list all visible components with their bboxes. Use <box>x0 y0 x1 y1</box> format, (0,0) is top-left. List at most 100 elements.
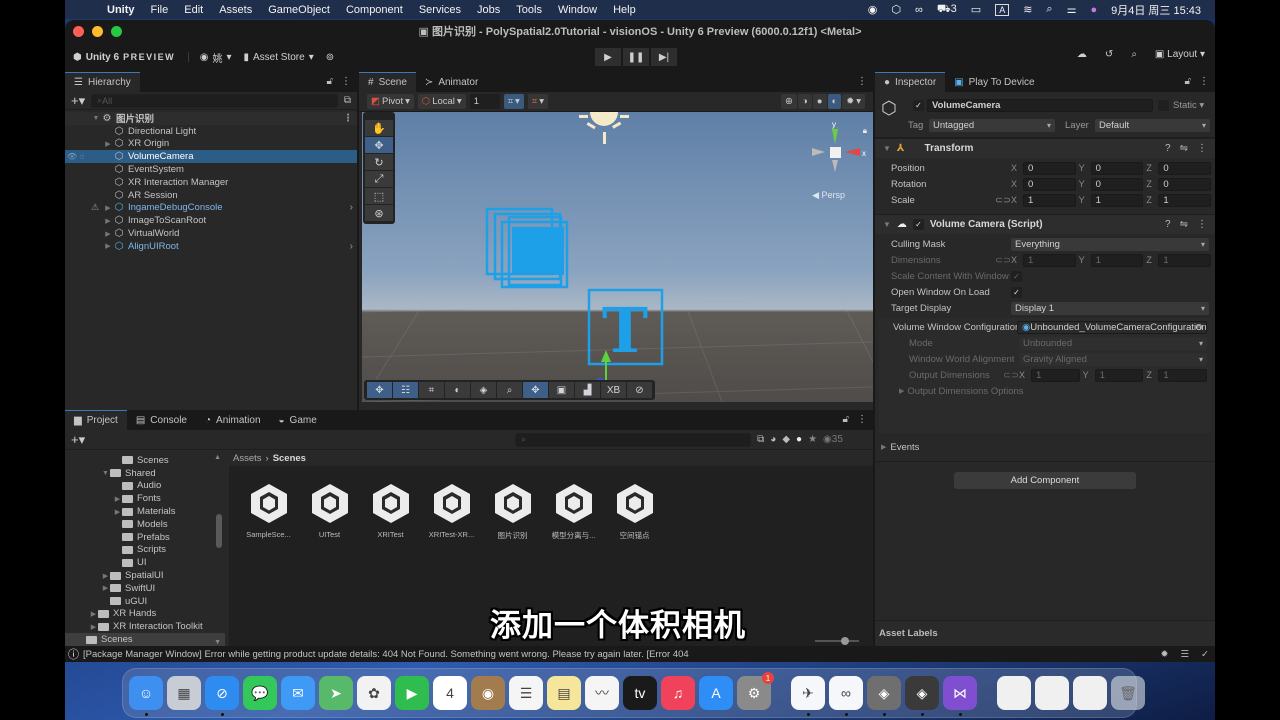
expand-arrow-icon[interactable]: ▶ <box>103 242 113 250</box>
dock-app-visual-studio[interactable]: ⋈ <box>943 676 977 716</box>
overlay-xb-button[interactable]: XB <box>601 382 626 398</box>
link-icon[interactable]: ⊂⊃ <box>995 255 1011 266</box>
check-circle-icon[interactable]: ✓ <box>1201 649 1209 660</box>
dock-app-contacts[interactable]: ◉ <box>471 676 505 710</box>
component-enabled-checkbox[interactable]: ✓ <box>912 219 924 230</box>
debug-bug-icon[interactable]: ✹ <box>1161 649 1169 660</box>
project-folder-item[interactable]: Scripts <box>65 544 225 557</box>
projection-toggle[interactable]: ◀ Persp <box>812 190 845 201</box>
hierarchy-item[interactable]: ⬡ XR Interaction Manager <box>65 176 357 189</box>
project-folder-item[interactable]: Scenes <box>65 454 225 467</box>
scale-x-input[interactable]: 1 <box>1023 193 1076 207</box>
hierarchy-search-input[interactable]: ⌕ All <box>91 93 338 108</box>
dock-app-freeform[interactable]: 〰 <box>585 676 619 710</box>
gizmo-lock-icon[interactable]: 🔒︎ <box>863 126 867 136</box>
rotation-y-input[interactable]: 0 <box>1090 177 1144 191</box>
project-folder-item[interactable]: Prefabs <box>65 531 225 544</box>
more-options-icon[interactable]: ⋮ <box>857 76 867 87</box>
step-button[interactable]: ▶| <box>651 48 677 66</box>
axis-label-x[interactable]: X <box>1011 163 1020 173</box>
overlay-grid-button[interactable]: ⌗ <box>419 382 444 398</box>
overlay-pivot-button[interactable]: ✥ <box>523 382 548 398</box>
axis-label-y[interactable]: Y <box>1079 163 1088 173</box>
expand-arrow-icon[interactable]: ▶ <box>103 140 113 148</box>
rotation-x-input[interactable]: 0 <box>1023 177 1076 191</box>
transform-tool-button[interactable]: ⊛ <box>365 205 393 221</box>
dock-app-maps[interactable]: ➤ <box>319 676 353 710</box>
expand-arrow-icon[interactable]: ▼ <box>101 470 110 477</box>
pause-button[interactable]: ❚❚ <box>623 48 649 66</box>
volume-camera-component-header[interactable]: ▼ ☁ ✓ Volume Camera (Script) ? ⇋ ⋮ <box>875 214 1215 234</box>
object-picker-icon[interactable]: ⊙ <box>1195 322 1203 333</box>
overlay-lighting-button[interactable]: ◐ <box>445 382 470 398</box>
hand-tool-button[interactable]: ✋ <box>365 120 393 136</box>
help-icon[interactable]: ? <box>1165 219 1171 230</box>
open-prefab-icon[interactable]: › <box>350 241 353 252</box>
axis-label-z[interactable]: Z <box>1146 195 1155 205</box>
axis-label-y[interactable]: Y <box>1079 179 1088 189</box>
icon-size-slider[interactable] <box>815 637 859 645</box>
dock-app-apple-tv[interactable]: tv <box>623 676 657 710</box>
gameobject-cube-icon[interactable]: ⬡ <box>881 98 897 119</box>
unity-account-menu[interactable]: ⬢ Unity 6 PREVIEW <box>73 52 175 63</box>
project-folder-item[interactable]: Models <box>65 518 225 531</box>
overlay-search-button[interactable]: ⌕ <box>497 382 522 398</box>
expand-arrow-icon[interactable]: ▶ <box>101 584 110 592</box>
target-display-dropdown[interactable]: Display 1 <box>1011 301 1209 315</box>
open-window-checkbox[interactable]: ✓ <box>1011 286 1022 298</box>
axis-label-z[interactable]: Z <box>1146 163 1155 173</box>
dock-app-mail[interactable]: ✉ <box>281 676 315 710</box>
output-dimensions-options-row[interactable]: ▶ Output Dimensions Options <box>879 383 1211 399</box>
presets-icon[interactable]: ⇋ <box>1180 219 1188 230</box>
scene-asset[interactable]: SampleSce... <box>243 482 294 541</box>
tab-project[interactable]: ▆ Project <box>65 410 127 430</box>
overlay-stats-button[interactable]: ▟ <box>575 382 600 398</box>
dock-app-facetime[interactable]: ▶ <box>395 676 429 710</box>
dock-recent-document[interactable] <box>997 676 1031 710</box>
culling-mask-dropdown[interactable]: Everything <box>1011 237 1209 251</box>
play-button[interactable]: ▶ <box>595 48 621 66</box>
overlay-camera-button[interactable]: ▣ <box>549 382 574 398</box>
project-folder-item[interactable]: ▶ XR Interaction Toolkit <box>65 620 225 633</box>
account-dropdown[interactable]: ◉ 姚 ▾ <box>200 50 232 65</box>
dock-app-baidu-netdisk[interactable]: ∞ <box>829 676 863 716</box>
axis-label-x[interactable]: X <box>1011 195 1020 205</box>
project-folder-item[interactable]: ▶ SwiftUI <box>65 582 225 595</box>
project-folder-item[interactable]: Audio <box>65 480 225 493</box>
project-search-input[interactable]: ⌕ <box>515 432 752 447</box>
project-folder-item[interactable]: uGUI <box>65 595 225 608</box>
dock-app-unity[interactable]: ◈ <box>905 676 939 716</box>
scroll-up-arrow[interactable]: ▲ <box>214 454 221 461</box>
filter-type-icon[interactable]: ◕ <box>770 434 776 445</box>
dock-minimized-window-1[interactable] <box>1035 676 1069 710</box>
scale-tool-button[interactable]: ⤢ <box>365 171 393 187</box>
dock-app-app-store[interactable]: A <box>699 676 733 710</box>
draw-mode-wireframe[interactable]: ⊕ <box>781 94 797 109</box>
foldout-arrow-icon[interactable]: ▼ <box>883 144 891 153</box>
tab-animation[interactable]: ◔ Animation <box>196 410 270 430</box>
hierarchy-item[interactable]: ⬡ Directional Light <box>65 125 357 138</box>
project-folder-item[interactable]: ▼ Shared <box>65 467 225 480</box>
project-folder-item[interactable]: ▶ Materials <box>65 505 225 518</box>
cloud-icon[interactable]: ☁ <box>1077 49 1087 60</box>
menu-assets[interactable]: Assets <box>211 4 260 16</box>
grid-snap-toggle[interactable]: ⌗ ▾ <box>503 94 524 109</box>
more-options-icon[interactable]: ⋮ <box>1199 76 1209 87</box>
wifi-icon[interactable]: ≋ <box>1023 3 1032 16</box>
scene-asset[interactable]: XRITest <box>365 482 416 541</box>
hierarchy-item[interactable]: ▶ ⬡ XR Origin <box>65 138 357 151</box>
lock-icon[interactable]: 🔓︎ <box>327 76 333 87</box>
record-icon[interactable]: ◉ <box>868 3 878 16</box>
database-icon[interactable]: ☰ <box>1181 649 1190 660</box>
dock-app-feishu[interactable]: ✈ <box>791 676 825 716</box>
tag-dropdown[interactable]: Untagged <box>929 119 1055 132</box>
position-z-input[interactable]: 0 <box>1158 161 1212 175</box>
pivot-dropdown[interactable]: ◩ Pivot ▾ <box>367 94 414 109</box>
position-y-input[interactable]: 0 <box>1090 161 1144 175</box>
gizmos-dropdown[interactable]: ✹ ▾ <box>842 94 865 109</box>
expand-arrow-icon[interactable]: ▼ <box>91 115 101 122</box>
lock-icon[interactable]: 🔓︎ <box>843 414 849 425</box>
breadcrumb-assets[interactable]: Assets <box>233 453 262 464</box>
scene-asset[interactable]: 模型分离与... <box>548 482 599 541</box>
more-options-icon[interactable]: ⋮ <box>341 76 351 87</box>
